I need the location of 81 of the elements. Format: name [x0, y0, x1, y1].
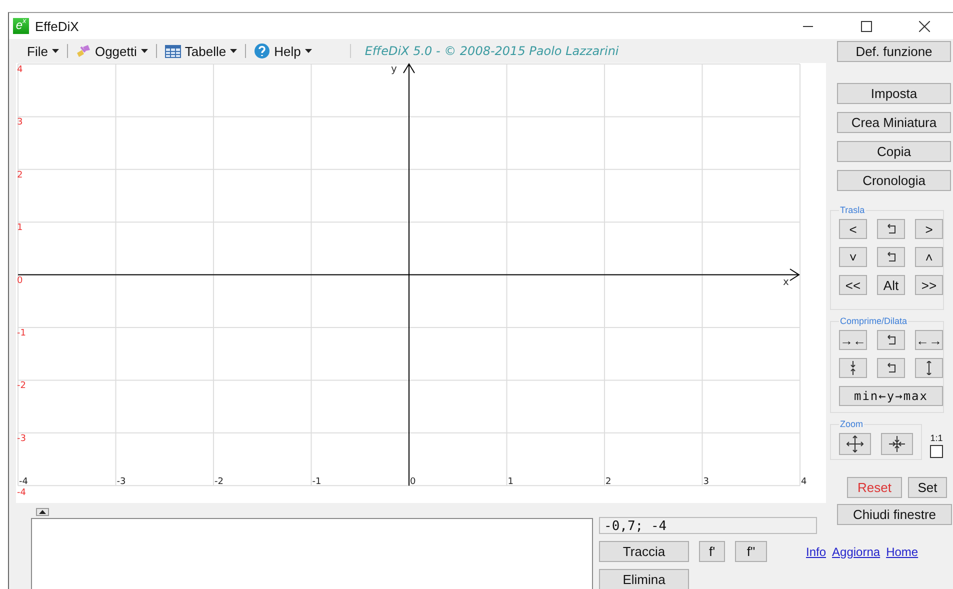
side-button[interactable]: Cronologia	[837, 170, 951, 191]
expand-button[interactable]	[839, 433, 871, 455]
reset-position-button[interactable]	[877, 358, 905, 378]
tick-label: -2	[214, 477, 224, 487]
side-button[interactable]: Crea Miniatura	[837, 112, 951, 133]
nav-button[interactable]: ˅	[839, 247, 867, 267]
shapes-icon	[76, 44, 91, 58]
range-button[interactable]: min←y→max	[839, 386, 943, 406]
footer-link[interactable]: Aggiorna	[832, 545, 880, 559]
menu-item[interactable]: Oggetti	[72, 44, 152, 58]
table-icon	[164, 44, 181, 58]
tick-label: -4	[19, 477, 28, 487]
menu-item[interactable]: Help	[250, 43, 316, 59]
tick-label: 4	[801, 477, 807, 487]
expand-arrows-icon	[846, 435, 864, 453]
caret-icon	[52, 49, 59, 53]
close-icon	[918, 20, 930, 32]
nav-button[interactable]: >	[915, 219, 943, 239]
nav-button[interactable]: >>	[915, 275, 943, 295]
close-windows-button[interactable]: Chiudi finestre	[837, 504, 952, 525]
tick-label: 3	[17, 118, 23, 128]
side-button[interactable]: Copia	[837, 141, 951, 162]
tick-label: -1	[312, 477, 322, 487]
side-button[interactable]: Def. funzione	[837, 41, 951, 62]
derivative-button[interactable]: f"	[735, 541, 767, 562]
nav-button[interactable]: ˄	[915, 247, 943, 267]
derivative-button[interactable]: f'	[699, 541, 725, 562]
tick-label: -3	[116, 477, 126, 487]
app-logo: e$^{x}$	[13, 18, 29, 34]
side-button[interactable]: Imposta	[837, 83, 951, 104]
tick-label: 0	[410, 477, 416, 487]
tick-label: -4	[17, 488, 26, 498]
reset-position-button[interactable]	[877, 219, 905, 239]
axis-label: x	[783, 277, 789, 288]
caret-icon	[304, 49, 312, 53]
caret-icon	[140, 49, 148, 53]
tick-label: -3	[17, 434, 26, 444]
footer-link[interactable]: Home	[886, 545, 918, 559]
graph-plot[interactable]: 4 y 3 2 1 0 x -1 -2 -3 -4 -4 -3 -2 -1 0 1 2 3 4	[16, 63, 826, 503]
squeeze-vertical-icon	[849, 361, 857, 375]
maximize-icon	[860, 20, 872, 32]
reset-position-button[interactable]	[877, 247, 905, 267]
collapse-button[interactable]	[36, 508, 49, 516]
draw-button[interactable]: Traccia	[599, 541, 689, 562]
coordinates-field: -0,7; -4	[599, 517, 817, 534]
squeeze-button[interactable]	[839, 358, 867, 378]
caret-icon	[230, 49, 238, 53]
app-caption: EffeDiX 5.0 - © 2008-2015 Paolo Lazzarini	[350, 44, 619, 58]
nav-button[interactable]: <	[839, 219, 867, 239]
tick-label: 0	[17, 276, 23, 286]
nav-button[interactable]: →←	[839, 330, 867, 350]
tick-label: -1	[17, 328, 26, 338]
footer-link[interactable]: Info	[806, 545, 826, 559]
tick-label: 1	[508, 477, 514, 487]
help-icon	[254, 43, 270, 59]
ratio-checkbox[interactable]	[930, 445, 943, 458]
tick-label: 2	[606, 477, 612, 487]
stretch-button[interactable]	[915, 358, 943, 378]
delete-button[interactable]: Elimina	[599, 569, 689, 589]
group-title: Zoom	[839, 419, 864, 429]
nav-button[interactable]: <<	[839, 275, 867, 295]
nav-button[interactable]: ←→	[915, 330, 943, 350]
tick-label: -2	[17, 381, 26, 392]
reset-position-button[interactable]	[877, 330, 905, 350]
axis-label: y	[391, 64, 397, 75]
ratio-label: 1:1	[930, 433, 943, 443]
tick-label: 4	[17, 65, 23, 75]
window-title: EffeDiX	[35, 18, 79, 34]
menu-item[interactable]: File	[23, 44, 63, 58]
contract-button[interactable]	[881, 433, 913, 455]
nav-button[interactable]: Alt	[877, 275, 905, 295]
menu-item[interactable]: Tabelle	[160, 44, 242, 58]
caret-up-icon	[39, 510, 46, 514]
group-title: Trasla	[839, 205, 866, 215]
tick-label: 3	[703, 477, 709, 487]
set-button[interactable]: Set	[908, 477, 947, 498]
tick-label: 2	[17, 170, 23, 180]
tick-label: 1	[17, 223, 23, 234]
group-title: Comprime/Dilata	[839, 316, 908, 326]
contract-arrows-icon	[888, 435, 906, 453]
stretch-vertical-icon	[925, 361, 933, 375]
